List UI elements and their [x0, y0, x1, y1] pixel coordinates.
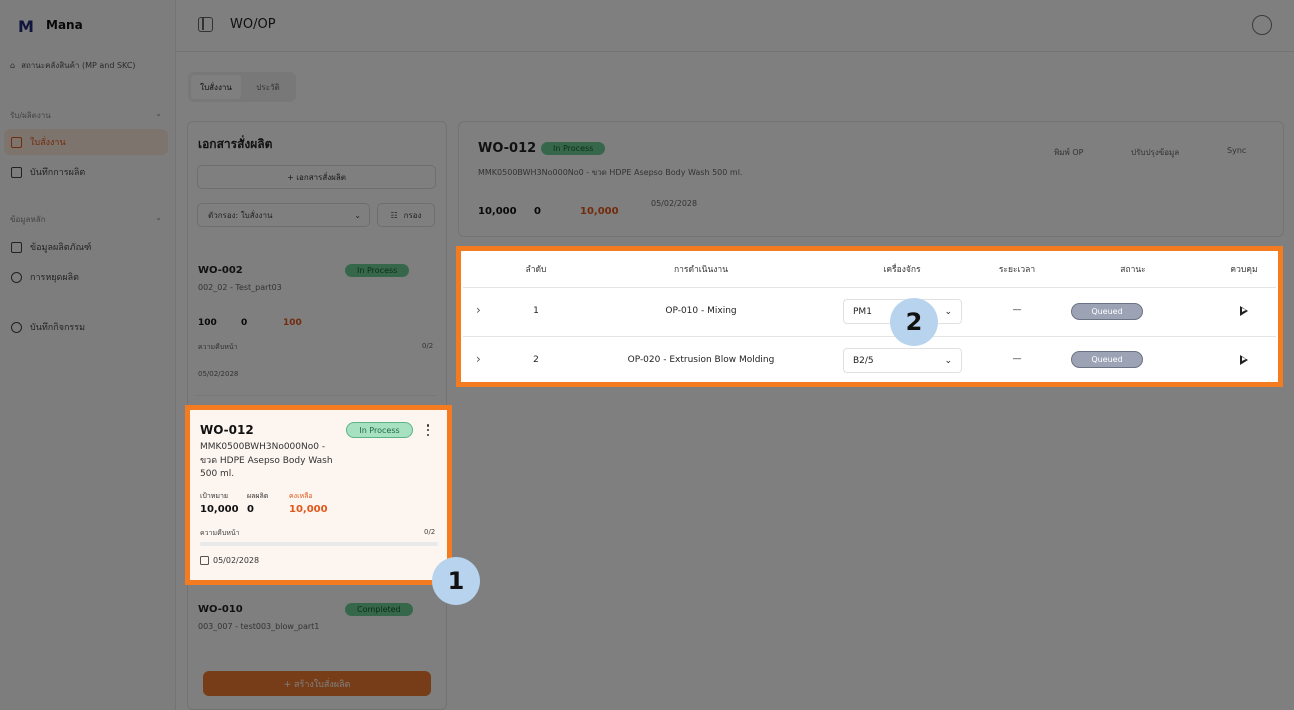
- divider: [463, 336, 1276, 337]
- produced-value: 0: [247, 504, 254, 515]
- machine-value: PM1: [853, 306, 872, 317]
- progress-value: 0/2: [424, 528, 436, 536]
- machine-value: B2/5: [853, 355, 874, 366]
- card-date: 05/02/2028: [213, 556, 260, 565]
- row-seq: 2: [533, 355, 539, 365]
- remaining-value: 10,000: [289, 504, 328, 515]
- status-badge: Queued: [1071, 303, 1143, 320]
- progress-bar: [200, 542, 438, 546]
- play-icon[interactable]: [1240, 355, 1248, 365]
- card-description: MMK0500BWH3No000No0 - ขวด HDPE Asepso Bo…: [200, 442, 333, 479]
- row-operation: OP-020 - Extrusion Blow Molding: [627, 355, 775, 365]
- column-header-seq: ลำดับ: [525, 265, 547, 275]
- target-value: 10,000: [200, 504, 239, 515]
- card-wo-number: WO-012: [200, 423, 254, 437]
- row-duration: —: [1012, 305, 1022, 315]
- column-header-duration: ระยะเวลา: [998, 265, 1036, 275]
- column-header-status: สถานะ: [1120, 265, 1146, 275]
- status-badge: In Process: [346, 422, 413, 438]
- status-badge: Queued: [1071, 351, 1143, 368]
- step-marker-2: 2: [890, 298, 938, 346]
- target-label: เป้าหมาย: [200, 492, 229, 500]
- calendar-icon: [200, 556, 209, 565]
- chevron-down-icon: ⌄: [944, 355, 952, 366]
- column-header-operation: การดำเนินงาน: [673, 265, 729, 275]
- more-options-icon[interactable]: [424, 423, 432, 437]
- produced-label: ผลผลิต: [247, 492, 269, 500]
- column-header-machine: เครื่องจักร: [883, 265, 921, 275]
- row-seq: 1: [533, 306, 539, 316]
- column-header-control: ควบคุม: [1230, 265, 1258, 275]
- divider: [463, 287, 1276, 288]
- expand-row-chevron-icon[interactable]: ›: [476, 352, 481, 366]
- remaining-label: คงเหลือ: [289, 492, 313, 500]
- machine-select[interactable]: B2/5 ⌄: [843, 348, 962, 373]
- play-icon[interactable]: [1240, 306, 1248, 316]
- row-duration: —: [1012, 354, 1022, 364]
- row-operation: OP-010 - Mixing: [665, 306, 737, 316]
- chevron-down-icon: ⌄: [944, 306, 952, 317]
- step-marker-1: 1: [432, 557, 480, 605]
- progress-label: ความคืบหน้า: [200, 529, 240, 537]
- card-date-row: 05/02/2028: [200, 556, 259, 565]
- expand-row-chevron-icon[interactable]: ›: [476, 303, 481, 317]
